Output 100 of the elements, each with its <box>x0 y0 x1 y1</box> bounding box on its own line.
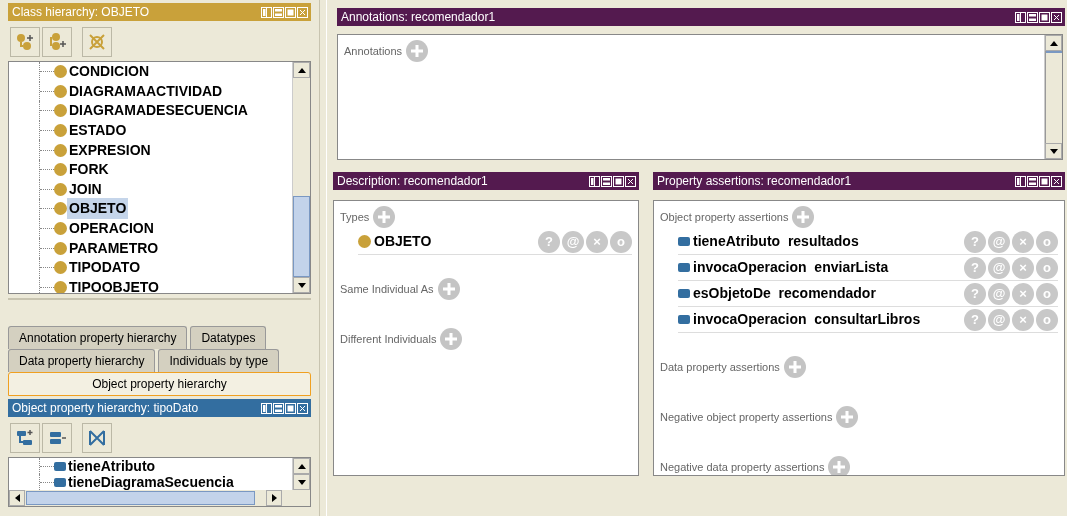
stack-view-button[interactable] <box>273 402 284 414</box>
tree-item[interactable]: OPERACION <box>67 218 156 240</box>
tree-item[interactable]: OBJETO <box>67 198 129 220</box>
maximize-button[interactable] <box>285 402 296 414</box>
vertical-scrollbar[interactable] <box>292 62 310 293</box>
tab[interactable]: Individuals by type <box>158 349 280 372</box>
class-icon <box>54 182 67 196</box>
down-arrow-icon <box>1049 148 1058 154</box>
panel-title: Description: recomendador1 <box>337 173 488 190</box>
close-button[interactable] <box>297 402 308 414</box>
action-button[interactable]: @ <box>988 282 1010 305</box>
class-icon <box>54 124 67 138</box>
action-button[interactable]: @ <box>988 308 1010 331</box>
add-sibling-property-button[interactable] <box>42 423 72 453</box>
scroll-down-button[interactable] <box>1045 143 1062 159</box>
property-icon <box>678 237 690 246</box>
add-sub-property-button[interactable] <box>10 423 40 453</box>
tree-item[interactable]: TIPODATO <box>67 257 143 279</box>
action-button[interactable]: ? <box>964 256 986 279</box>
tab[interactable]: Object property hierarchy <box>8 372 311 396</box>
property-delete-icon <box>87 428 107 448</box>
scroll-left-button[interactable] <box>9 490 25 506</box>
scroll-up-button[interactable] <box>1045 35 1062 51</box>
action-button[interactable]: × <box>1012 282 1034 305</box>
tree-item[interactable]: FORK <box>67 159 111 181</box>
class-icon <box>54 104 67 118</box>
tree-item[interactable]: DIAGRAMADESECUENCIA <box>67 100 250 122</box>
stack-view-button[interactable] <box>1027 11 1038 23</box>
action-button[interactable]: ? <box>964 230 986 253</box>
class-icon <box>54 222 67 236</box>
scrollbar-thumb[interactable] <box>293 196 310 277</box>
class-icon <box>54 280 67 293</box>
action-button[interactable]: ? <box>538 230 560 253</box>
action-button[interactable]: × <box>1012 308 1034 331</box>
action-button[interactable]: × <box>1012 256 1034 279</box>
action-button[interactable]: @ <box>988 256 1010 279</box>
tree-item[interactable]: ESTADO <box>67 120 129 142</box>
action-button[interactable]: ? <box>964 308 986 331</box>
assertion-text: esObjetoDe recomendador <box>693 284 876 303</box>
stack-view-icon <box>1027 175 1038 187</box>
tab[interactable]: Annotation property hierarchy <box>8 326 188 349</box>
scroll-up-button[interactable] <box>293 458 310 474</box>
class-delete-icon <box>87 32 107 52</box>
action-button[interactable]: @ <box>562 230 584 253</box>
action-button[interactable]: × <box>1012 230 1034 253</box>
scroll-right-button[interactable] <box>266 490 282 506</box>
tree-item[interactable]: EXPRESION <box>67 139 153 161</box>
scrollbar-thumb[interactable] <box>26 491 255 505</box>
add-sibling-class-button[interactable] <box>42 27 72 57</box>
delete-property-button[interactable] <box>82 423 112 453</box>
tab[interactable]: Datatypes <box>190 326 267 349</box>
close-button[interactable] <box>1051 11 1062 23</box>
tree-item[interactable]: PARAMETRO <box>67 237 161 259</box>
down-arrow-icon <box>297 479 306 485</box>
up-arrow-icon <box>297 67 306 73</box>
split-view-icon <box>589 175 600 187</box>
horizontal-scrollbar[interactable] <box>9 490 310 506</box>
tree-item[interactable]: TIPOOBJETO <box>67 276 161 293</box>
section-label: Negative data property assertions <box>660 459 825 475</box>
maximize-icon <box>285 402 296 414</box>
add-subclass-button[interactable] <box>10 27 40 57</box>
close-button[interactable] <box>625 175 636 187</box>
action-button[interactable]: × <box>586 230 608 253</box>
maximize-icon <box>285 6 296 18</box>
split-view-icon <box>1015 175 1026 187</box>
tab[interactable]: Data property hierarchy <box>8 349 156 372</box>
plus-icon <box>378 211 391 223</box>
stack-view-button[interactable] <box>1027 175 1038 187</box>
section-label: Different Individuals <box>340 331 437 347</box>
maximize-button[interactable] <box>613 175 624 187</box>
maximize-icon <box>613 175 624 187</box>
maximize-icon <box>1039 11 1050 23</box>
vertical-scrollbar[interactable] <box>1044 35 1062 159</box>
scrollbar-thumb[interactable] <box>1046 51 1062 53</box>
close-button[interactable] <box>1051 175 1062 187</box>
close-icon <box>1051 11 1062 23</box>
split-view-button[interactable] <box>589 175 600 187</box>
close-icon <box>297 6 308 18</box>
split-view-button[interactable] <box>261 402 272 414</box>
panel-title: Object property hierarchy: tipoDato <box>12 400 199 417</box>
section-label: Annotations <box>344 43 403 59</box>
scroll-down-button[interactable] <box>293 474 310 490</box>
stack-view-button[interactable] <box>601 175 612 187</box>
split-view-button[interactable] <box>1015 175 1026 187</box>
property-icon <box>54 461 66 471</box>
plus-icon <box>788 361 801 373</box>
maximize-button[interactable] <box>1039 11 1050 23</box>
action-button[interactable]: ? <box>964 282 986 305</box>
scroll-up-button[interactable] <box>293 62 310 78</box>
split-view-button[interactable] <box>1015 11 1026 23</box>
close-icon <box>1051 175 1062 187</box>
action-button[interactable]: @ <box>988 230 1010 253</box>
tree-item[interactable]: CONDICION <box>67 62 152 83</box>
vertical-scrollbar[interactable] <box>292 458 310 490</box>
scroll-down-button[interactable] <box>293 277 310 293</box>
maximize-button[interactable] <box>1039 175 1050 187</box>
class-icon <box>54 202 67 216</box>
tree-item[interactable]: JOIN <box>67 178 104 200</box>
tree-item[interactable]: DIAGRAMAACTIVIDAD <box>67 80 225 102</box>
section-label: Same Individual As <box>340 281 434 297</box>
